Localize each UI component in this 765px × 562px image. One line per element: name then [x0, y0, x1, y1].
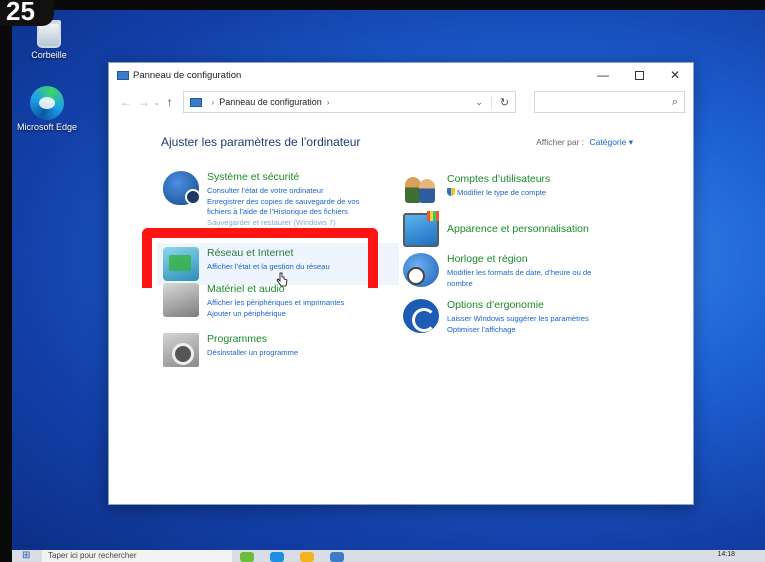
uac-shield-icon [447, 188, 455, 196]
taskbar-search[interactable]: Taper ici pour rechercher [42, 550, 232, 562]
category-title[interactable]: Horloge et région [447, 253, 591, 265]
desktop-icon-edge[interactable]: Microsoft Edge [16, 86, 78, 132]
maximize-icon [634, 70, 644, 80]
taskbar-widget-icon[interactable] [240, 552, 254, 562]
minimize-button[interactable]: — [585, 63, 621, 87]
category-title[interactable]: Programmes [207, 333, 298, 345]
address-bar-row: ← → ⌄ ↑ › Panneau de configuration › ⌄ ↻… [109, 87, 693, 117]
category-appearance: Apparence et personnalisation [403, 211, 589, 247]
category-title[interactable]: Comptes d’utilisateurs [447, 173, 550, 185]
link-date-format-cont[interactable]: nombre [447, 279, 591, 290]
ease-of-access-icon[interactable] [403, 299, 439, 333]
category-title[interactable]: Options d’ergonomie [447, 299, 589, 311]
desktop-icon-label: Microsoft Edge [16, 122, 78, 132]
heading-row: Ajuster les paramètres de l’ordinateur A… [161, 135, 633, 149]
shield-icon[interactable] [163, 171, 201, 205]
taskbar-edge-icon[interactable] [270, 552, 284, 562]
breadcrumb-separator: › [211, 97, 215, 107]
monitor-icon[interactable] [403, 211, 439, 247]
view-by-label: Afficher par : [536, 136, 585, 147]
close-button[interactable]: ✕ [657, 63, 693, 87]
category-title[interactable]: Système et sécurité [207, 171, 359, 183]
category-title[interactable]: Apparence et personnalisation [447, 223, 589, 235]
category-clock-region: Horloge et région Modifier les formats d… [403, 253, 591, 289]
programs-icon[interactable] [163, 333, 199, 367]
taskbar-explorer-icon[interactable] [300, 552, 314, 562]
back-button[interactable]: ← [117, 95, 135, 109]
start-button[interactable]: ⊞ [12, 550, 42, 562]
breadcrumb-control-panel[interactable]: Panneau de configuration [219, 97, 322, 107]
hand-cursor-icon [276, 272, 288, 287]
control-panel-icon [189, 97, 202, 107]
desktop-icon-label: Corbeille [31, 50, 67, 60]
search-input[interactable]: ⌕ [534, 91, 685, 113]
link-change-account-type[interactable]: Modifier le type de compte [447, 188, 550, 199]
recent-locations-icon[interactable]: ⌄ [153, 98, 161, 107]
taskbar-clock[interactable]: 14:18 [717, 550, 765, 559]
view-by-dropdown[interactable]: Catégorie ▾ [590, 137, 633, 147]
forward-button[interactable]: → [135, 95, 153, 109]
refresh-button[interactable]: ↻ [490, 95, 509, 109]
category-programs: Programmes Désinstaller un programme [163, 333, 298, 367]
category-ease-of-access: Options d’ergonomie Laisser Windows sugg… [403, 299, 589, 335]
printer-icon[interactable] [163, 283, 199, 317]
up-button[interactable]: ↑ [161, 95, 179, 109]
link-optimize-display[interactable]: Optimiser l’affichage [447, 325, 589, 336]
highlight-box [142, 228, 378, 288]
link-check-status[interactable]: Consulter l’état de votre ordinateur [207, 186, 359, 197]
maximize-button[interactable] [621, 63, 657, 87]
link-windows-suggest[interactable]: Laisser Windows suggérer les paramètres [447, 314, 589, 325]
link-add-device[interactable]: Ajouter un périphérique [207, 309, 344, 320]
address-dropdown-icon[interactable]: ⌄ [475, 97, 483, 108]
step-number-badge: 25 [0, 0, 54, 26]
page-title: Ajuster les paramètres de l’ordinateur [161, 135, 361, 149]
link-backup-restore[interactable]: Sauvegarder et restaurer (Windows 7) [207, 218, 359, 229]
clock-globe-icon[interactable] [403, 253, 439, 287]
link-devices-printers[interactable]: Afficher les périphériques et imprimante… [207, 298, 344, 309]
taskbar-control-panel-icon[interactable] [330, 552, 344, 562]
window-title: Panneau de configuration [133, 69, 242, 81]
control-panel-icon [117, 70, 129, 80]
users-icon[interactable] [403, 173, 439, 207]
link-backup[interactable]: Enregistrer des copies de sauvegarde de … [207, 197, 359, 208]
search-icon: ⌕ [671, 95, 678, 108]
category-system-security: Système et sécurité Consulter l’état de … [163, 171, 359, 228]
address-bar[interactable]: › Panneau de configuration › ⌄ ↻ [182, 91, 517, 113]
edge-icon [30, 86, 64, 120]
breadcrumb-separator[interactable]: › [327, 98, 330, 107]
link-uninstall[interactable]: Désinstaller un programme [207, 348, 298, 359]
taskbar: ⊞ Taper ici pour rechercher 14:18 [12, 550, 765, 562]
title-bar[interactable]: Panneau de configuration — ✕ [109, 63, 693, 87]
link-file-history[interactable]: fichiers à l’aide de l’Historique des fi… [207, 207, 359, 218]
category-hardware-sound: Matériel et audio Afficher les périphéri… [163, 283, 344, 319]
view-by: Afficher par : Catégorie ▾ [536, 137, 633, 148]
link-date-format[interactable]: Modifier les formats de date, d’heure ou… [447, 268, 591, 279]
category-user-accounts: Comptes d’utilisateurs Modifier le type … [403, 173, 550, 207]
desktop-icon-recycle-bin[interactable]: Corbeille [18, 20, 80, 60]
